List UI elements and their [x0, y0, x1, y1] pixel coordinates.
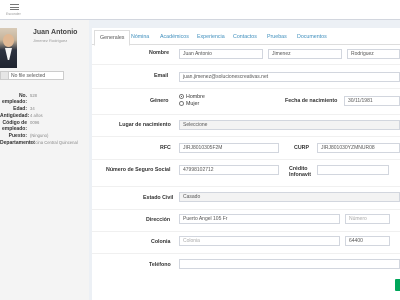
- tab-nomina[interactable]: Nómina: [131, 30, 149, 45]
- divider: [92, 253, 400, 254]
- info-row: Puesto: (Ninguno): [0, 133, 88, 139]
- nss-field[interactable]: 47998102712: [179, 165, 279, 175]
- info-value: 4 años: [30, 113, 43, 118]
- numero-field[interactable]: Número: [345, 214, 390, 224]
- lugar-nacimiento-select[interactable]: Seleccione: [179, 120, 400, 130]
- tab-documentos[interactable]: Documentos: [297, 30, 327, 45]
- tab-generales[interactable]: Generales: [94, 30, 131, 46]
- divider: [92, 114, 400, 115]
- info-row: No. empleado: 528: [0, 93, 88, 105]
- divider: [92, 136, 400, 137]
- menu-toggle-label: Esconder: [6, 12, 21, 16]
- nss-label: Número de Seguro Social: [106, 167, 171, 173]
- info-value: 528: [30, 93, 37, 98]
- telefono-label: Teléfono: [149, 262, 171, 268]
- info-value: 0096: [30, 120, 40, 125]
- codigo-postal-field[interactable]: 64400: [345, 236, 390, 246]
- divider: [92, 88, 400, 89]
- choose-file-button[interactable]: [1, 72, 9, 79]
- direccion-field[interactable]: Puerto Angel 105 Fr: [179, 214, 340, 224]
- profile-photo: [0, 28, 17, 68]
- profile-surname: Jimenez Rodriguez: [33, 38, 68, 43]
- divider: [92, 159, 400, 160]
- profile-name: Juan Antonio: [33, 29, 78, 36]
- info-value: 34: [30, 106, 35, 111]
- estado-civil-label: Estado Civil: [143, 195, 174, 201]
- genero-mujer-label: Mujer: [186, 101, 200, 107]
- lugar-nacimiento-label: Lugar de nacimiento: [119, 122, 171, 128]
- file-status: No file selected: [11, 73, 46, 79]
- credito-infonavit-label: Crédito Infonavit: [289, 166, 312, 178]
- divider: [92, 186, 400, 187]
- info-label: Código de empleado:: [1, 120, 27, 132]
- fecha-nacimiento-field[interactable]: 30/11/1981: [344, 96, 400, 106]
- top-bar: Esconder: [0, 0, 400, 20]
- direccion-label: Dirección: [146, 217, 171, 223]
- telefono-field[interactable]: [179, 259, 400, 269]
- colonia-label: Colonia: [151, 239, 171, 245]
- estado-civil-select[interactable]: Casado: [179, 192, 400, 202]
- profile-panel: Juan Antonio Jimenez Rodriguez No file s…: [0, 20, 89, 300]
- divider: [92, 209, 400, 210]
- nombre-label: Nombre: [149, 50, 170, 56]
- tab-contactos[interactable]: Contactos: [233, 30, 257, 45]
- info-value: Oficina Central Quincenal: [30, 140, 78, 145]
- genero-hombre-label: Hombre: [186, 94, 205, 100]
- genero-label: Género: [150, 98, 169, 104]
- employee-info: No. empleado: 528 Edad: 34 Antigüedad: 4 añ…: [0, 93, 88, 147]
- save-button[interactable]: [395, 279, 400, 291]
- apellido-materno-field[interactable]: Rodriguez: [347, 49, 400, 59]
- info-row: Código de empleado: 0096: [0, 120, 88, 132]
- info-row: Departamento: Oficina Central Quincenal: [0, 140, 88, 146]
- apellido-paterno-field[interactable]: Jimenez: [268, 49, 342, 59]
- genero-hombre-option[interactable]: Hombre: [179, 94, 205, 100]
- tab-academicos[interactable]: Académicos: [160, 30, 189, 45]
- credito-infonavit-field[interactable]: [317, 165, 389, 175]
- tab-bar: Generales Nómina Académicos Experiencia …: [92, 28, 400, 46]
- info-value: (Ninguno): [30, 133, 49, 138]
- info-label: Puesto:: [8, 133, 27, 139]
- info-row: Edad: 34: [0, 106, 88, 112]
- tab-pruebas[interactable]: Pruebas: [267, 30, 287, 45]
- info-row: Antigüedad: 4 años: [0, 113, 88, 119]
- employee-form-panel: Generales Nómina Académicos Experiencia …: [92, 28, 400, 300]
- radio-icon[interactable]: [179, 101, 184, 107]
- menu-toggle-button[interactable]: Esconder: [3, 1, 27, 18]
- info-label: No. empleado:: [1, 93, 27, 105]
- divider: [92, 231, 400, 232]
- nombre-field[interactable]: Juan Antonio: [179, 49, 263, 59]
- photo-file-input[interactable]: No file selected: [0, 71, 64, 80]
- email-label: Email: [154, 73, 169, 79]
- hamburger-icon: [10, 4, 19, 10]
- info-label: Departamento:: [0, 140, 36, 146]
- curp-label: CURP: [294, 145, 310, 151]
- info-label: Edad:: [13, 106, 27, 112]
- rfc-field[interactable]: JIRJ8010305F2M: [179, 143, 279, 153]
- tab-experiencia[interactable]: Experiencia: [197, 30, 225, 45]
- rfc-label: RFC: [160, 145, 171, 151]
- divider: [92, 64, 400, 65]
- curp-field[interactable]: JIRJ801030YZMNUR08: [317, 143, 400, 153]
- radio-selected-icon[interactable]: [179, 94, 184, 100]
- genero-mujer-option[interactable]: Mujer: [179, 101, 199, 107]
- fecha-nacimiento-label: Fecha de nacimiento: [285, 98, 338, 104]
- email-field[interactable]: juan.jimenez@solucionescreativas.net: [179, 72, 400, 82]
- info-label: Antigüedad:: [0, 113, 30, 119]
- colonia-field[interactable]: Colonia: [179, 236, 340, 246]
